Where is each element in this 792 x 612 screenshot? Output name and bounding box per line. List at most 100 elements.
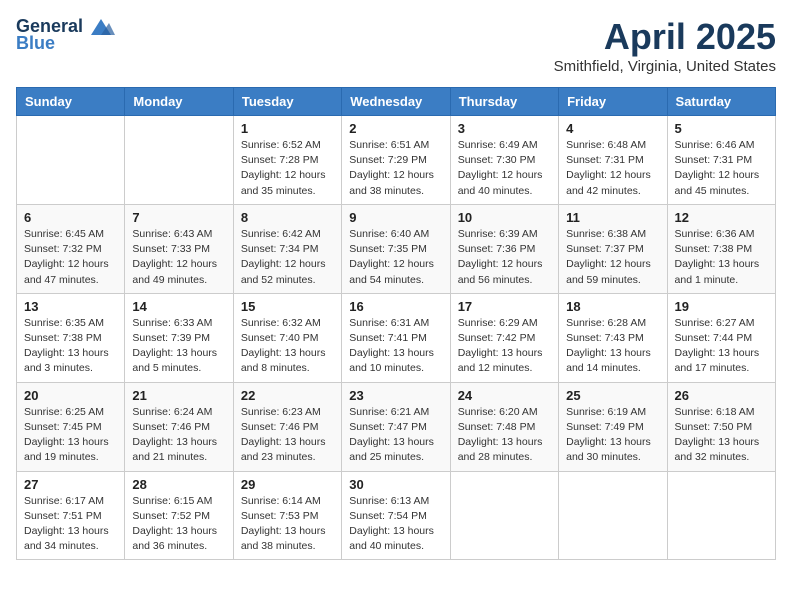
day-info: Sunrise: 6:38 AM Sunset: 7:37 PM Dayligh…: [566, 227, 659, 288]
day-info: Sunrise: 6:18 AM Sunset: 7:50 PM Dayligh…: [675, 405, 768, 466]
day-number: 16: [349, 299, 442, 314]
calendar-header-friday: Friday: [559, 88, 667, 116]
calendar-header-row: SundayMondayTuesdayWednesdayThursdayFrid…: [17, 88, 776, 116]
calendar-header-monday: Monday: [125, 88, 233, 116]
day-info: Sunrise: 6:25 AM Sunset: 7:45 PM Dayligh…: [24, 405, 117, 466]
calendar-cell: 21 Sunrise: 6:24 AM Sunset: 7:46 PM Dayli…: [125, 382, 233, 471]
day-info: Sunrise: 6:20 AM Sunset: 7:48 PM Dayligh…: [458, 405, 551, 466]
day-number: 25: [566, 388, 659, 403]
day-number: 19: [675, 299, 768, 314]
day-info: Sunrise: 6:43 AM Sunset: 7:33 PM Dayligh…: [132, 227, 225, 288]
calendar-cell: 4 Sunrise: 6:48 AM Sunset: 7:31 PM Daylig…: [559, 116, 667, 205]
day-number: 27: [24, 477, 117, 492]
calendar-week-row: 20 Sunrise: 6:25 AM Sunset: 7:45 PM Dayli…: [17, 382, 776, 471]
calendar-header-wednesday: Wednesday: [342, 88, 450, 116]
calendar-header-thursday: Thursday: [450, 88, 558, 116]
page-title: April 2025: [554, 16, 776, 58]
calendar-cell: [450, 471, 558, 560]
day-info: Sunrise: 6:32 AM Sunset: 7:40 PM Dayligh…: [241, 316, 334, 377]
calendar-table: SundayMondayTuesdayWednesdayThursdayFrid…: [16, 87, 776, 560]
day-info: Sunrise: 6:40 AM Sunset: 7:35 PM Dayligh…: [349, 227, 442, 288]
day-info: Sunrise: 6:52 AM Sunset: 7:28 PM Dayligh…: [241, 138, 334, 199]
day-number: 18: [566, 299, 659, 314]
day-info: Sunrise: 6:23 AM Sunset: 7:46 PM Dayligh…: [241, 405, 334, 466]
day-number: 8: [241, 210, 334, 225]
page-subtitle: Smithfield, Virginia, United States: [554, 58, 776, 75]
calendar-cell: 11 Sunrise: 6:38 AM Sunset: 7:37 PM Dayli…: [559, 204, 667, 293]
day-info: Sunrise: 6:48 AM Sunset: 7:31 PM Dayligh…: [566, 138, 659, 199]
calendar-cell: 2Sunrise: 6:51 AM Sunset: 7:29 PM Daylig…: [342, 116, 450, 205]
calendar-cell: 15 Sunrise: 6:32 AM Sunset: 7:40 PM Dayli…: [233, 293, 341, 382]
calendar-cell: 17 Sunrise: 6:29 AM Sunset: 7:42 PM Dayli…: [450, 293, 558, 382]
calendar-cell: 27 Sunrise: 6:17 AM Sunset: 7:51 PM Dayli…: [17, 471, 125, 560]
day-number: 13: [24, 299, 117, 314]
day-info: Sunrise: 6:24 AM Sunset: 7:46 PM Dayligh…: [132, 405, 225, 466]
calendar-cell: 30Sunrise: 6:13 AM Sunset: 7:54 PM Dayli…: [342, 471, 450, 560]
day-number: 30: [349, 477, 442, 492]
calendar-cell: 3 Sunrise: 6:49 AM Sunset: 7:30 PM Daylig…: [450, 116, 558, 205]
day-number: 14: [132, 299, 225, 314]
calendar-cell: 23 Sunrise: 6:21 AM Sunset: 7:47 PM Dayli…: [342, 382, 450, 471]
calendar-week-row: 27 Sunrise: 6:17 AM Sunset: 7:51 PM Dayli…: [17, 471, 776, 560]
day-info: Sunrise: 6:33 AM Sunset: 7:39 PM Dayligh…: [132, 316, 225, 377]
day-number: 22: [241, 388, 334, 403]
calendar-cell: 5Sunrise: 6:46 AM Sunset: 7:31 PM Daylig…: [667, 116, 775, 205]
day-number: 12: [675, 210, 768, 225]
calendar-cell: 29Sunrise: 6:14 AM Sunset: 7:53 PM Dayli…: [233, 471, 341, 560]
calendar-cell: 20 Sunrise: 6:25 AM Sunset: 7:45 PM Dayli…: [17, 382, 125, 471]
calendar-header-sunday: Sunday: [17, 88, 125, 116]
calendar-cell: 19Sunrise: 6:27 AM Sunset: 7:44 PM Dayli…: [667, 293, 775, 382]
calendar-week-row: 6 Sunrise: 6:45 AM Sunset: 7:32 PM Daylig…: [17, 204, 776, 293]
calendar-cell: [667, 471, 775, 560]
calendar-cell: 7 Sunrise: 6:43 AM Sunset: 7:33 PM Daylig…: [125, 204, 233, 293]
day-number: 29: [241, 477, 334, 492]
day-number: 20: [24, 388, 117, 403]
day-number: 24: [458, 388, 551, 403]
day-number: 10: [458, 210, 551, 225]
logo-icon: [87, 17, 115, 37]
day-info: Sunrise: 6:36 AM Sunset: 7:38 PM Dayligh…: [675, 227, 768, 288]
day-number: 9: [349, 210, 442, 225]
calendar-cell: 28 Sunrise: 6:15 AM Sunset: 7:52 PM Dayli…: [125, 471, 233, 560]
day-info: Sunrise: 6:46 AM Sunset: 7:31 PM Dayligh…: [675, 138, 768, 199]
day-info: Sunrise: 6:28 AM Sunset: 7:43 PM Dayligh…: [566, 316, 659, 377]
day-info: Sunrise: 6:31 AM Sunset: 7:41 PM Dayligh…: [349, 316, 442, 377]
day-info: Sunrise: 6:42 AM Sunset: 7:34 PM Dayligh…: [241, 227, 334, 288]
calendar-cell: 26 Sunrise: 6:18 AM Sunset: 7:50 PM Dayli…: [667, 382, 775, 471]
day-info: Sunrise: 6:15 AM Sunset: 7:52 PM Dayligh…: [132, 494, 225, 555]
day-info: Sunrise: 6:29 AM Sunset: 7:42 PM Dayligh…: [458, 316, 551, 377]
calendar-cell: 16 Sunrise: 6:31 AM Sunset: 7:41 PM Dayli…: [342, 293, 450, 382]
day-number: 26: [675, 388, 768, 403]
logo-text-blue: Blue: [16, 33, 55, 54]
calendar-cell: 12 Sunrise: 6:36 AM Sunset: 7:38 PM Dayli…: [667, 204, 775, 293]
day-number: 28: [132, 477, 225, 492]
day-number: 11: [566, 210, 659, 225]
calendar-cell: 9 Sunrise: 6:40 AM Sunset: 7:35 PM Daylig…: [342, 204, 450, 293]
day-number: 6: [24, 210, 117, 225]
day-number: 17: [458, 299, 551, 314]
day-number: 7: [132, 210, 225, 225]
day-info: Sunrise: 6:19 AM Sunset: 7:49 PM Dayligh…: [566, 405, 659, 466]
day-number: 23: [349, 388, 442, 403]
day-number: 4: [566, 121, 659, 136]
day-number: 3: [458, 121, 551, 136]
day-info: Sunrise: 6:35 AM Sunset: 7:38 PM Dayligh…: [24, 316, 117, 377]
calendar-header-tuesday: Tuesday: [233, 88, 341, 116]
day-info: Sunrise: 6:45 AM Sunset: 7:32 PM Dayligh…: [24, 227, 117, 288]
day-info: Sunrise: 6:17 AM Sunset: 7:51 PM Dayligh…: [24, 494, 117, 555]
calendar-week-row: 13 Sunrise: 6:35 AM Sunset: 7:38 PM Dayli…: [17, 293, 776, 382]
calendar-cell: 14 Sunrise: 6:33 AM Sunset: 7:39 PM Dayli…: [125, 293, 233, 382]
calendar-cell: 8 Sunrise: 6:42 AM Sunset: 7:34 PM Daylig…: [233, 204, 341, 293]
calendar-cell: [17, 116, 125, 205]
day-info: Sunrise: 6:49 AM Sunset: 7:30 PM Dayligh…: [458, 138, 551, 199]
day-number: 15: [241, 299, 334, 314]
day-number: 21: [132, 388, 225, 403]
calendar-cell: 13 Sunrise: 6:35 AM Sunset: 7:38 PM Dayli…: [17, 293, 125, 382]
calendar-cell: 24 Sunrise: 6:20 AM Sunset: 7:48 PM Dayli…: [450, 382, 558, 471]
calendar-cell: 6 Sunrise: 6:45 AM Sunset: 7:32 PM Daylig…: [17, 204, 125, 293]
calendar-header-saturday: Saturday: [667, 88, 775, 116]
calendar-cell: 22 Sunrise: 6:23 AM Sunset: 7:46 PM Dayli…: [233, 382, 341, 471]
day-info: Sunrise: 6:21 AM Sunset: 7:47 PM Dayligh…: [349, 405, 442, 466]
calendar-cell: [125, 116, 233, 205]
calendar-cell: 10Sunrise: 6:39 AM Sunset: 7:36 PM Dayli…: [450, 204, 558, 293]
